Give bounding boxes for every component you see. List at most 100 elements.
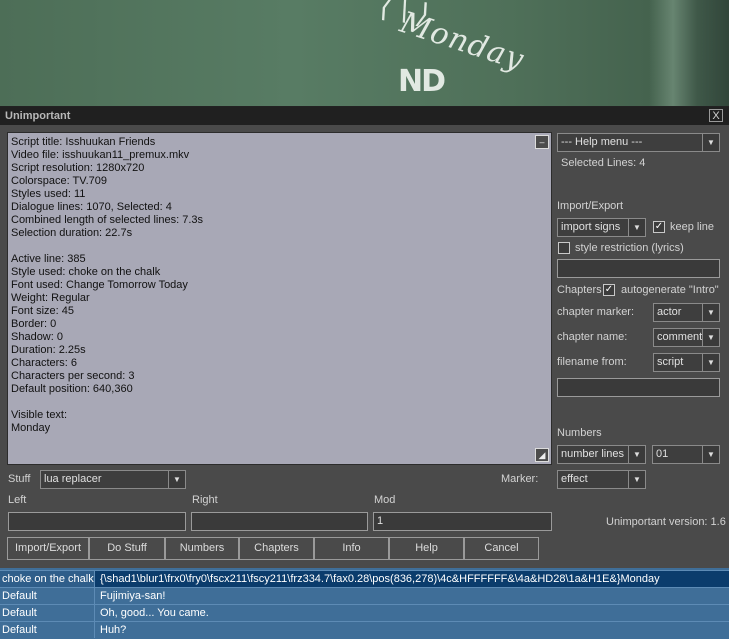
chevron-down-icon: ▼ [628,446,645,463]
chapter-marker-label: chapter marker: [557,306,635,318]
help-button[interactable]: Help [389,537,464,560]
chalk-drawing: ND [398,64,446,99]
info-line: Font used: Change Tomorrow Today [11,279,188,291]
row-text: Fujimiya-san! [100,590,166,602]
info-line: Characters per second: 3 [11,370,135,382]
info-line: Dialogue lines: 1070, Selected: 4 [11,201,172,213]
unimportant-dialog: Unimportant X Script title: Isshuukan Fr… [0,106,729,569]
keep-line-label: keep line [670,221,715,233]
version-label: Unimportant version: 1.6 [606,516,726,528]
dialog-titlebar: Unimportant X [0,107,729,125]
scroll-up-icon[interactable]: – [535,135,549,149]
stuff-dropdown[interactable]: lua replacer ▼ [40,470,186,489]
chapter-marker-dropdown[interactable]: actor ▼ [653,303,720,322]
marker-dropdown[interactable]: effect ▼ [557,470,646,489]
chevron-down-icon: ▼ [628,219,645,236]
import-mode-value: import signs [561,221,621,233]
info-line: Monday [11,422,51,434]
info-textbox[interactable]: Script title: Isshuukan Friends Video fil… [7,132,552,465]
info-line: Border: 0 [11,318,57,330]
left-label: Left [8,494,27,506]
chapter-name-dropdown[interactable]: comment ▼ [653,328,720,347]
mod-label: Mod [374,494,396,506]
numbers-start-dropdown[interactable]: 01 ▼ [652,445,720,464]
row-style: Default [0,588,95,604]
chapter-name-label: chapter name: [557,331,628,343]
resize-grip-icon[interactable]: ◢ [535,448,549,462]
import-export-button[interactable]: Import/Export [7,537,89,560]
row-text: Oh, good... You came. [100,607,209,619]
grid-row[interactable]: Default Fujimiya-san! [0,587,729,604]
numbers-start-value: 01 [656,448,669,460]
chapter-name-value: comment [657,331,703,343]
filename-from-value: script [657,356,684,368]
help-menu-value: --- Help menu --- [561,136,643,148]
import-mode-dropdown[interactable]: import signs ▼ [557,218,646,237]
info-line: Visible text: [11,409,68,421]
info-button[interactable]: Info [314,537,389,560]
info-line: Selection duration: 22.7s [11,227,133,239]
row-text: {\shad1\blur1\frx0\fry0\fscx211\fscy211\… [100,573,660,585]
left-field[interactable] [8,512,186,531]
dialog-title: Unimportant [5,110,71,122]
marker-label: Marker: [501,473,539,485]
autogenerate-checkbox[interactable]: ✓ [603,284,615,296]
info-line: Font size: 45 [11,305,74,317]
autogenerate-label: autogenerate "Intro" [621,284,719,296]
numbers-label: Numbers [557,427,602,439]
video-edge-shade [649,0,729,106]
numbers-button[interactable]: Numbers [165,537,239,560]
info-line: Active line: 385 [11,253,86,265]
chapters-label: Chapters [557,284,602,296]
info-line: Script resolution: 1280x720 [11,162,145,174]
info-line: Script title: Isshuukan Friends [11,136,156,148]
marker-value: effect [561,473,588,485]
subtitle-grid: choke on the chalk {\shad1\blur1\frx0\fr… [0,568,729,639]
chevron-down-icon: ▼ [702,329,719,346]
grid-row[interactable]: Default Huh? [0,621,729,638]
import-export-label: Import/Export [557,200,624,212]
info-line: Default position: 640,360 [11,383,133,395]
info-line: Weight: Regular [11,292,90,304]
info-line: Characters: 6 [11,357,78,369]
filename-text-field[interactable] [557,378,720,397]
mod-field[interactable]: 1 [373,512,552,531]
close-button[interactable]: X [709,109,723,122]
chapter-marker-value: actor [657,306,682,318]
info-line: Video file: isshuukan11_premux.mkv [11,149,190,161]
import-text-field[interactable] [557,259,720,278]
info-line: Duration: 2.25s [11,344,86,356]
chevron-down-icon: ▼ [702,446,719,463]
row-text: Huh? [100,624,127,636]
grid-row[interactable]: choke on the chalk {\shad1\blur1\frx0\fr… [0,570,729,587]
chevron-down-icon: ▼ [168,471,185,488]
numbers-mode-dropdown[interactable]: number lines ▼ [557,445,646,464]
numbers-mode-value: number lines [561,448,624,460]
info-line: Styles used: 11 [11,188,86,200]
stuff-label: Stuff [8,473,31,485]
chapters-button[interactable]: Chapters [239,537,314,560]
do-stuff-button[interactable]: Do Stuff [89,537,165,560]
style-restriction-checkbox[interactable] [558,242,570,254]
info-line: Shadow: 0 [11,331,63,343]
info-line [11,240,551,253]
filename-from-dropdown[interactable]: script ▼ [653,353,720,372]
info-line: Colorspace: TV.709 [11,175,108,187]
info-line: Combined length of selected lines: 7.3s [11,214,204,226]
keep-line-checkbox[interactable]: ✓ [653,221,665,233]
right-field[interactable] [191,512,368,531]
stuff-value: lua replacer [44,473,102,485]
help-menu-dropdown[interactable]: --- Help menu --- ▼ [557,133,720,152]
chevron-down-icon: ▼ [628,471,645,488]
selected-lines-label: Selected Lines: 4 [561,157,646,169]
right-label: Right [192,494,218,506]
grid-row[interactable]: Default Oh, good... You came. [0,604,729,621]
style-restriction-label: style restriction (lyrics) [575,242,684,254]
filename-from-label: filename from: [557,356,627,368]
video-frame: ⟨ \ ⟩ Monday ND [0,0,729,106]
info-line: Style used: choke on the chalk [11,266,161,278]
info-line [11,396,551,409]
cancel-button[interactable]: Cancel [464,537,539,560]
row-style: Default [0,605,95,621]
info-lines: Script title: Isshuukan Friends Video fil… [11,136,551,435]
